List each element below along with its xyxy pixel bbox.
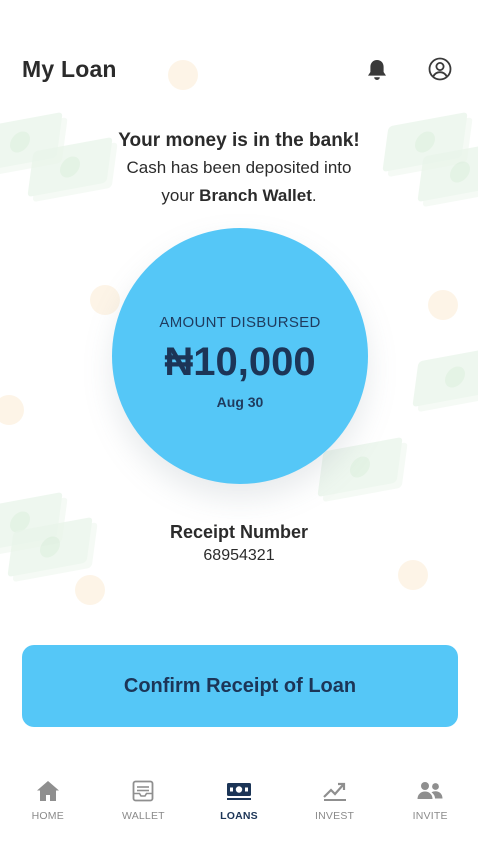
app-header: My Loan (0, 0, 478, 110)
branch-wallet-text: Branch Wallet (199, 186, 312, 205)
nav-item-loans[interactable]: LOANS (191, 770, 287, 844)
amount-disbursed-circle: AMOUNT DISBURSED ₦10,000 Aug 30 (112, 228, 368, 484)
message-title: Your money is in the bank! (118, 130, 360, 151)
deposit-message: Your money is in the bank! Cash has been… (0, 128, 478, 210)
coin-decoration (75, 575, 105, 605)
nav-label-wallet: WALLET (121, 810, 165, 822)
home-icon (35, 778, 61, 804)
invest-icon (322, 778, 348, 804)
page-title: My Loan (22, 56, 117, 82)
nav-label-invest: INVEST (315, 810, 355, 822)
nav-item-home[interactable]: HOME (0, 770, 96, 844)
bell-icon[interactable] (366, 58, 388, 82)
loan-screen: My Loan Your money is in the bank! Cash … (0, 0, 478, 844)
confirm-receipt-button[interactable]: Confirm Receipt of Loan (22, 645, 458, 727)
message-line-2: your Branch Wallet. (0, 182, 478, 210)
receipt-number-label: Receipt Number (169, 522, 309, 542)
receipt-info: Receipt Number 68954321 (0, 520, 478, 568)
bottom-nav: HOME WALLET LOANS INVEST INVITE (0, 770, 478, 844)
coin-decoration (90, 285, 120, 315)
nav-label-home: HOME (31, 810, 64, 822)
receipt-number-value: 68954321 (203, 547, 275, 564)
amount-disbursed-label: AMOUNT DISBURSED (159, 314, 321, 331)
disbursement-date: Aug 30 (216, 394, 264, 410)
coin-decoration (428, 290, 458, 320)
nav-item-wallet[interactable]: WALLET (96, 770, 192, 844)
message-line-2-suffix: . (311, 186, 317, 205)
nav-item-invest[interactable]: INVEST (287, 770, 383, 844)
nav-item-invite[interactable]: INVITE (382, 770, 478, 844)
invite-icon (417, 778, 443, 804)
profile-icon[interactable] (428, 57, 452, 81)
wallet-icon (130, 778, 156, 804)
coin-decoration (0, 395, 24, 425)
message-line-2-prefix: your (161, 186, 195, 205)
nav-label-loans: LOANS (220, 810, 258, 822)
amount-disbursed-value: ₦10,000 (164, 340, 316, 384)
message-line-1: Cash has been deposited into (126, 158, 352, 177)
loans-icon (226, 778, 252, 804)
money-bill-decoration (412, 346, 478, 408)
nav-label-invite: INVITE (412, 810, 448, 822)
